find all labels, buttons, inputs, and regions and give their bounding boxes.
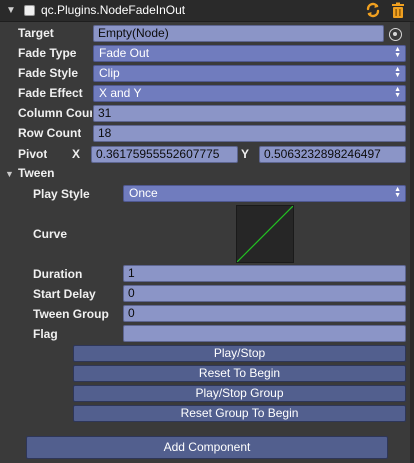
reset-group-to-begin-button[interactable]: Reset Group To Begin	[73, 405, 406, 422]
pivot-y-label: Y	[241, 147, 250, 161]
curve-label: Curve	[33, 227, 68, 241]
row-count-label: Row Count	[18, 126, 82, 140]
tween-group-field[interactable]: 0	[123, 305, 406, 322]
reset-to-begin-button[interactable]: Reset To Begin	[73, 365, 406, 382]
fade-type-label: Fade Type	[18, 46, 77, 60]
fade-style-select[interactable]: Clip ▲ ▼	[93, 65, 406, 82]
play-style-label: Play Style	[33, 187, 90, 201]
tween-section-label[interactable]: Tween	[18, 166, 54, 181]
target-picker-icon[interactable]	[389, 28, 402, 41]
start-delay-label: Start Delay	[33, 287, 96, 301]
collapse-triangle-down-icon[interactable]: ▼	[6, 4, 16, 18]
fade-effect-value: X and Y	[99, 86, 142, 100]
fade-effect-label: Fade Effect	[18, 86, 83, 100]
updown-arrows-icon: ▲ ▼	[394, 46, 401, 59]
component-enabled-checkbox[interactable]	[24, 5, 35, 16]
play-style-select[interactable]: Once ▲ ▼	[123, 185, 406, 202]
flag-label: Flag	[33, 327, 58, 341]
vertical-scrollbar[interactable]	[410, 22, 414, 463]
row-count-field[interactable]: 18	[93, 125, 406, 142]
updown-arrows-icon: ▲ ▼	[394, 86, 401, 99]
tween-collapse-triangle-icon[interactable]: ▼	[5, 168, 14, 180]
fade-effect-select[interactable]: X and Y ▲ ▼	[93, 85, 406, 102]
curve-line	[236, 205, 294, 263]
duration-field[interactable]: 1	[123, 265, 406, 282]
trash-icon[interactable]	[390, 2, 406, 19]
fade-style-label: Fade Style	[18, 66, 79, 80]
play-style-value: Once	[129, 186, 158, 200]
flag-field[interactable]	[123, 325, 406, 342]
start-delay-field[interactable]: 0	[123, 285, 406, 302]
duration-label: Duration	[33, 267, 83, 281]
play-stop-group-button[interactable]: Play/Stop Group	[73, 385, 406, 402]
updown-arrows-icon: ▲ ▼	[394, 66, 401, 79]
add-component-button[interactable]: Add Component	[26, 436, 388, 459]
target-label: Target	[18, 26, 54, 40]
target-field[interactable]: Empty(Node)	[93, 25, 384, 42]
pivot-y-field[interactable]: 0.5063232898246497	[259, 146, 406, 163]
column-count-field[interactable]: 31	[93, 105, 406, 122]
refresh-icon[interactable]	[365, 2, 381, 18]
component-header: ▼ qc.Plugins.NodeFadeInOut	[0, 0, 414, 22]
pivot-x-field[interactable]: 0.36175955552607775	[91, 146, 238, 163]
pivot-label: Pivot	[18, 147, 48, 161]
fade-style-value: Clip	[99, 66, 120, 80]
pivot-x-label: X	[72, 147, 81, 161]
tween-group-label: Tween Group	[33, 307, 109, 321]
fade-type-select[interactable]: Fade Out ▲ ▼	[93, 45, 406, 62]
play-stop-button[interactable]: Play/Stop	[73, 345, 406, 362]
fade-type-value: Fade Out	[99, 46, 150, 60]
curve-editor[interactable]	[236, 205, 294, 263]
column-count-label: Column Coun	[18, 106, 92, 120]
updown-arrows-icon: ▲ ▼	[394, 186, 401, 199]
component-title: qc.Plugins.NodeFadeInOut	[41, 3, 186, 17]
